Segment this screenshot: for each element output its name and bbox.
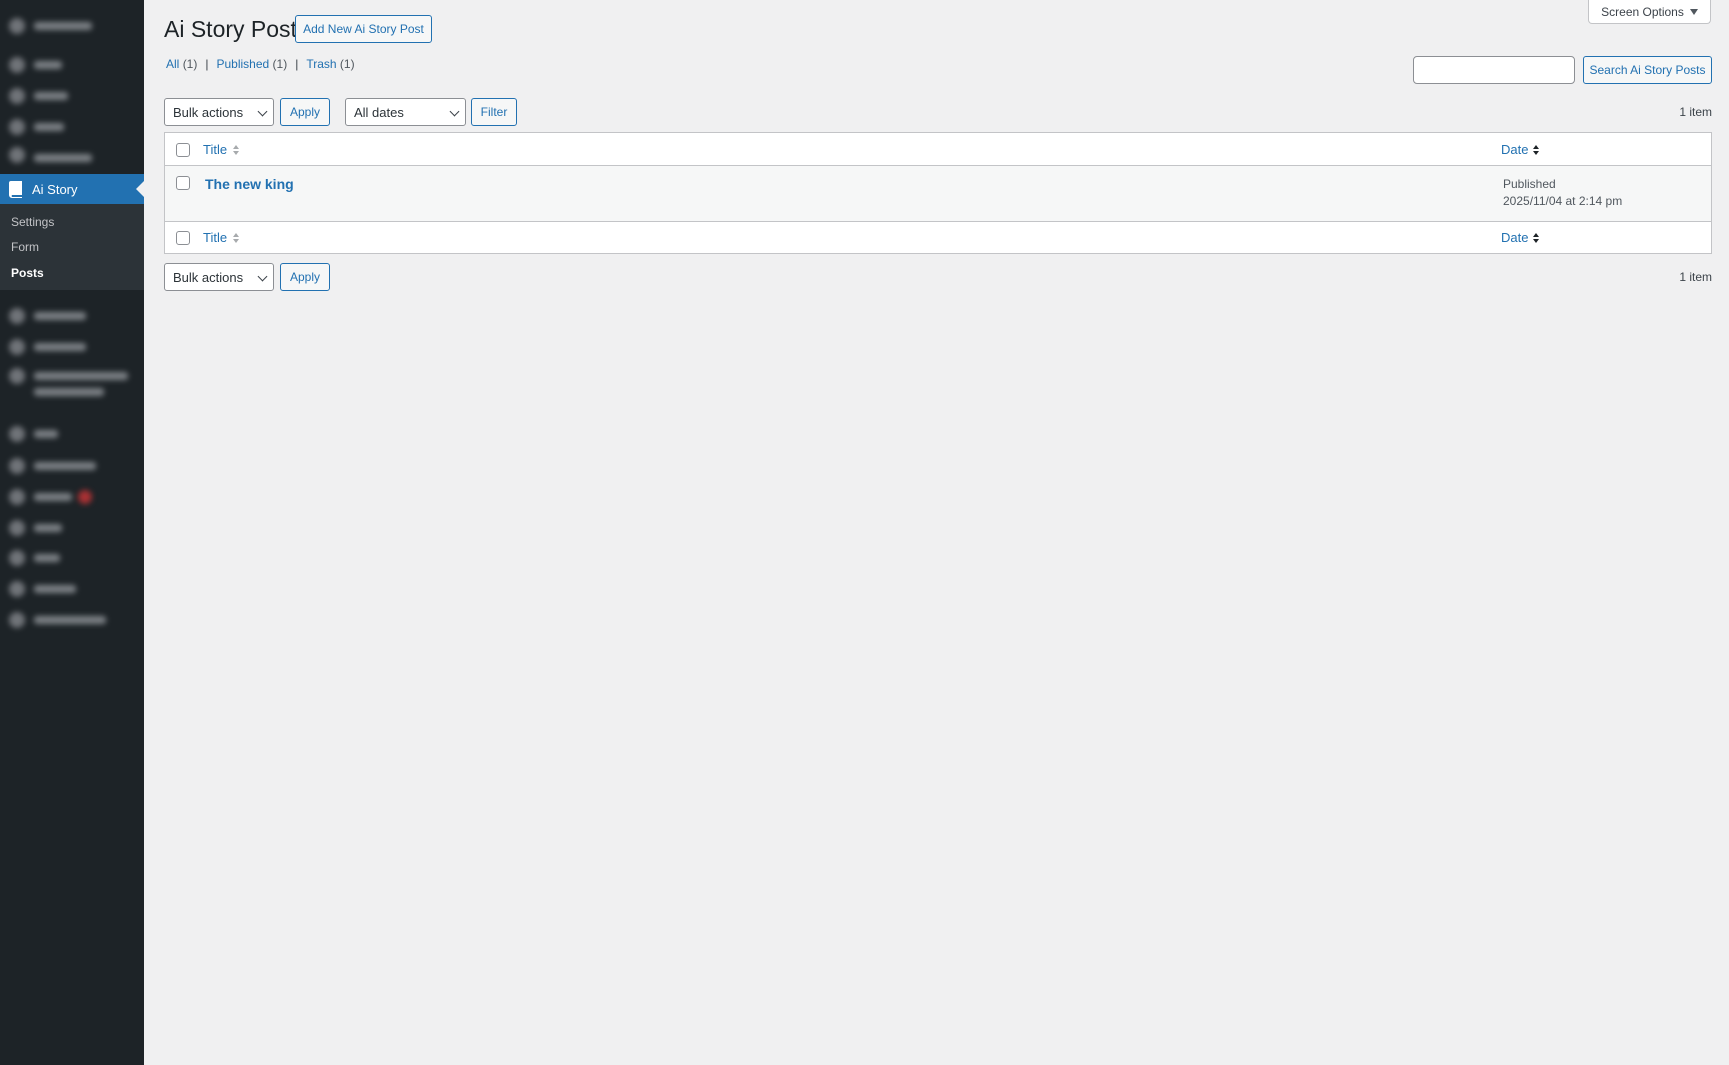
bulk-actions-select-top[interactable]: Bulk actions [164,98,274,126]
sidebar-item-blurred[interactable] [0,419,144,449]
sidebar-item-blurred[interactable] [0,451,144,481]
current-indicator [136,181,144,197]
screen-options-label: Screen Options [1601,4,1684,19]
sort-icon [1533,144,1540,155]
column-title-label: Title [203,142,228,157]
chevron-down-icon [257,106,268,117]
search-input[interactable] [1413,56,1575,84]
table-header-row: Title Date [165,133,1711,166]
sort-icon [1533,232,1540,243]
sidebar-item-blurred[interactable] [0,513,144,543]
column-date-label: Date [1501,230,1529,245]
view-trash-link[interactable]: Trash [306,57,336,71]
column-title-sort-footer[interactable]: Title [203,230,240,245]
post-date: 2025/11/04 at 2:14 pm [1503,194,1623,208]
sidebar-item-blurred[interactable] [0,482,144,512]
items-count-top: 1 item [1679,105,1712,119]
view-filters: All (1) | Published (1) | Trash (1) [166,57,355,71]
sidebar-item-label: Ai Story [32,182,78,197]
view-all-link[interactable]: All [166,57,179,71]
admin-sidebar: Ai Story Settings Form Posts [0,0,144,1065]
sidebar-item-blurred[interactable] [0,574,144,604]
select-all-checkbox[interactable] [176,143,190,157]
sidebar-item-blurred[interactable] [0,81,144,111]
table-row: The new king Published 2025/11/04 at 2:1… [165,166,1711,221]
select-all-checkbox-footer[interactable] [176,231,190,245]
dates-filter-value: All dates [354,104,404,120]
column-title-sort[interactable]: Title [203,142,240,157]
sidebar-item-blurred[interactable] [0,50,144,80]
post-status: Published [1503,177,1556,191]
filter-button[interactable]: Filter [471,98,517,126]
separator: | [295,57,299,71]
submenu-form[interactable]: Form [11,240,39,254]
caret-down-icon [1689,8,1698,15]
sidebar-item-blurred[interactable] [0,112,144,142]
page-title: Ai Story Posts [164,16,309,42]
view-published-link[interactable]: Published [216,57,269,71]
table-footer-row: Title Date [165,221,1711,254]
column-title-label: Title [203,230,228,245]
sort-icon [233,144,240,155]
post-title-link[interactable]: The new king [205,176,294,192]
sidebar-item-blurred[interactable] [0,332,144,362]
add-new-post-button[interactable]: Add New Ai Story Post [295,15,432,43]
submenu-settings[interactable]: Settings [11,215,54,229]
apply-button-bottom[interactable]: Apply [280,263,330,291]
ai-story-submenu: Settings Form Posts [0,204,144,290]
items-count-bottom: 1 item [1679,270,1712,284]
sidebar-item-blurred[interactable] [0,543,144,573]
screen-options-button[interactable]: Screen Options [1588,0,1711,24]
sidebar-item-blurred[interactable] [0,143,144,173]
view-trash[interactable]: Trash (1) [306,57,354,71]
view-published[interactable]: Published (1) [216,57,287,71]
book-icon [9,181,22,198]
chevron-down-icon [449,106,460,117]
view-published-count: (1) [272,57,288,71]
bulk-actions-value: Bulk actions [173,269,244,285]
view-all[interactable]: All (1) [166,57,197,71]
apply-button-top[interactable]: Apply [280,98,330,126]
sidebar-item-blurred[interactable] [0,362,144,406]
bulk-actions-select-bottom[interactable]: Bulk actions [164,263,274,291]
column-date-sort-footer[interactable]: Date [1501,230,1540,245]
view-all-count: (1) [182,57,198,71]
sidebar-item-blurred[interactable] [0,10,144,40]
view-trash-count: (1) [339,57,355,71]
chevron-down-icon [257,271,268,282]
sidebar-item-blurred[interactable] [0,605,144,635]
search-posts-button[interactable]: Search Ai Story Posts [1583,56,1712,84]
column-date-sort[interactable]: Date [1501,142,1540,157]
column-date-label: Date [1501,142,1529,157]
sort-icon [233,232,240,243]
posts-table: Title Date The new king Published 2025/1… [164,132,1712,254]
sidebar-item-blurred[interactable] [0,301,144,331]
bulk-actions-value: Bulk actions [173,104,244,120]
post-date-cell: Published 2025/11/04 at 2:14 pm [1503,176,1622,210]
submenu-posts[interactable]: Posts [11,266,44,280]
separator: | [205,57,209,71]
dates-filter-select[interactable]: All dates [345,98,466,126]
sidebar-item-ai-story[interactable]: Ai Story [0,174,144,204]
row-checkbox[interactable] [176,176,190,190]
